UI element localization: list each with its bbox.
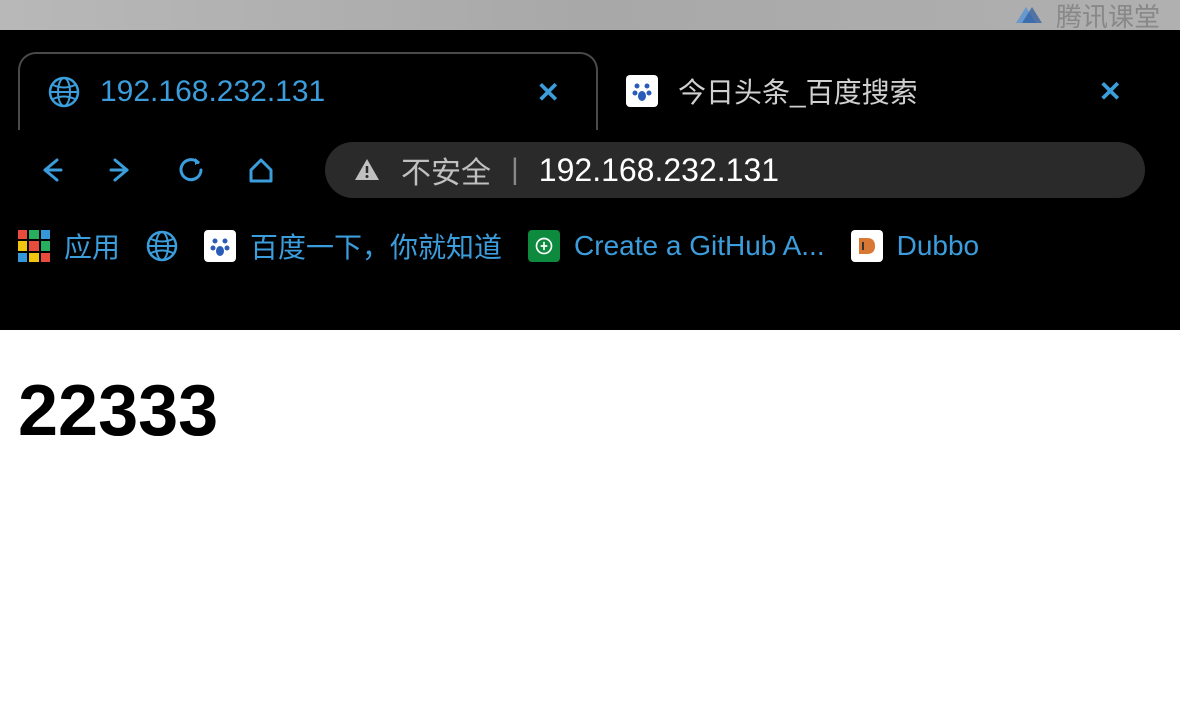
page-content: 22333 [0,330,1180,492]
nav-bar: 不安全 | 192.168.232.131 [0,130,1180,210]
dubbo-icon [851,230,883,262]
tab-active[interactable]: 192.168.232.131 ✕ [18,52,598,130]
baidu-bookmark[interactable]: 百度一下，你就知道 [204,226,502,266]
bookmark-label: 应用 [64,226,120,266]
forward-button[interactable] [105,154,137,186]
tab-bar: 192.168.232.131 ✕ 今日头条_百度搜索 ✕ [0,30,1180,130]
globe-icon [146,230,178,262]
address-url: 192.168.232.131 [539,152,779,189]
globe-bookmark[interactable] [146,230,178,262]
bookmark-bar: 应用 百度一下，你就知道 [0,210,1180,282]
address-bar[interactable]: 不安全 | 192.168.232.131 [325,142,1145,198]
baidu-favicon-icon [626,75,658,107]
banner-logo: 腾讯课堂 [1008,0,1160,34]
tab-close-button[interactable]: ✕ [529,72,568,113]
insecure-label: 不安全 [401,148,491,192]
top-banner: 腾讯课堂 [0,0,1180,30]
browser-chrome: 192.168.232.131 ✕ 今日头条_百度搜索 ✕ [0,30,1180,330]
github-icon [528,230,560,262]
address-divider: | [511,153,519,187]
globe-icon [48,76,80,108]
warning-icon [353,156,381,184]
page-heading: 22333 [18,370,1162,452]
banner-text: 腾讯课堂 [1056,0,1160,34]
home-button[interactable] [245,154,277,186]
dubbo-bookmark[interactable]: Dubbo [851,230,980,262]
tab-close-button[interactable]: ✕ [1091,71,1130,112]
github-bookmark[interactable]: Create a GitHub A... [528,230,825,262]
bookmark-label: 百度一下，你就知道 [250,226,502,266]
back-button[interactable] [35,154,67,186]
tencent-logo-icon [1008,3,1048,27]
apps-grid-icon [18,230,50,262]
bookmark-label: Create a GitHub A... [574,230,825,262]
bookmark-label: Dubbo [897,230,980,262]
tab-inactive[interactable]: 今日头条_百度搜索 ✕ [598,52,1158,130]
tab-title: 192.168.232.131 [100,75,509,109]
tab-title: 今日头条_百度搜索 [678,71,1071,111]
baidu-icon [204,230,236,262]
reload-button[interactable] [175,154,207,186]
apps-bookmark[interactable]: 应用 [18,226,120,266]
